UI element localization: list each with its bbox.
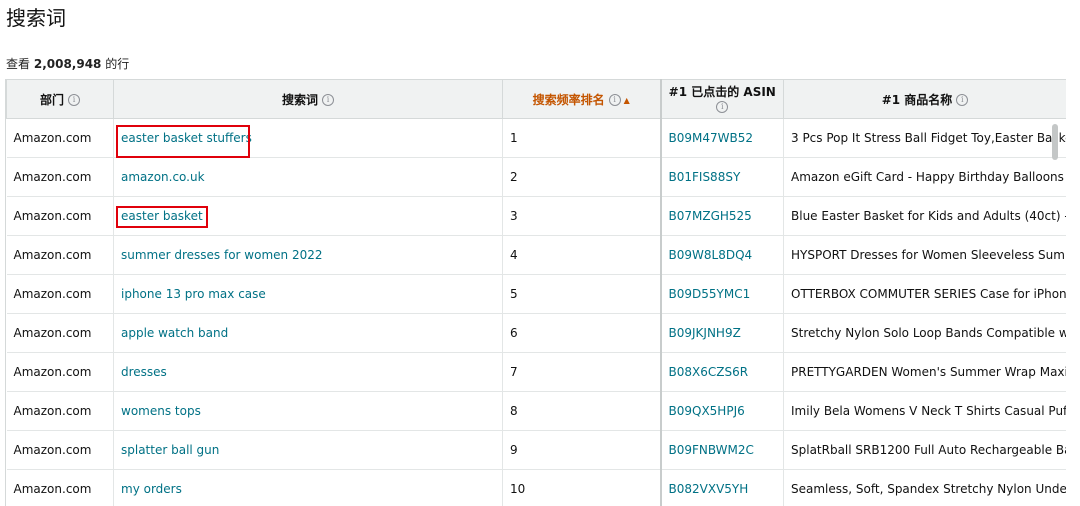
asin-link[interactable]: B09D55YMC1 [659, 274, 784, 314]
page-title: 搜索词 [6, 6, 66, 30]
cell-department: Amazon.com [6, 118, 114, 158]
asin-link[interactable]: B09QX5HPJ6 [659, 391, 784, 431]
info-icon[interactable]: i [322, 94, 334, 106]
table-row: Amazon.com apple watch band 6 B09JKJNH9Z Str… [6, 313, 1066, 353]
search-terms-table-container: 部门 i 搜索词 i 搜索频率排名 i ▲ #1 已点击的 ASIN i #1 商品名称… [5, 79, 1066, 506]
info-icon[interactable]: i [68, 94, 80, 106]
cell-product-name: Seamless, Soft, Spandex Stretchy Nylon U… [783, 469, 1066, 506]
cell-rank: 6 [502, 313, 661, 353]
cell-product-name: HYSPORT Dresses for Women Sleeveless Sum… [783, 235, 1066, 275]
asin-link[interactable]: B01FIS88SY [659, 157, 784, 197]
search-terms-table: 部门 i 搜索词 i 搜索频率排名 i ▲ #1 已点击的 ASIN i #1 商品名称… [6, 79, 1066, 506]
info-icon[interactable]: i [608, 94, 621, 106]
asin-link[interactable]: B07MZGH525 [659, 196, 784, 236]
search-term-link[interactable]: dresses [113, 352, 503, 392]
search-term-link[interactable]: easter basket stuffers [113, 118, 503, 158]
cell-department: Amazon.com [6, 391, 114, 431]
cell-department: Amazon.com [6, 313, 114, 353]
asin-link[interactable]: B08X6CZS6R [659, 352, 784, 392]
cell-rank: 7 [502, 352, 661, 392]
row-count-value: 2,008,948 [33, 57, 102, 71]
cell-rank: 4 [502, 235, 661, 275]
header-search-term[interactable]: 搜索词 i [113, 79, 503, 119]
table-row: Amazon.com splatter ball gun 9 B09FNBWM2C Sp… [6, 430, 1066, 470]
search-term-link[interactable]: amazon.co.uk [113, 157, 503, 197]
cell-rank: 3 [502, 196, 661, 236]
cell-product-name: Amazon eGift Card - Happy Birthday Ballo… [783, 157, 1066, 197]
row-count-suffix: 的行 [105, 57, 130, 71]
cell-rank: 9 [502, 430, 661, 470]
cell-department: Amazon.com [6, 430, 114, 470]
cell-product-name: Blue Easter Basket for Kids and Adults (… [783, 196, 1066, 236]
table-row: Amazon.com easter basket stuffers 1 B09M47W… [6, 118, 1066, 158]
info-icon[interactable]: i [956, 94, 969, 106]
cell-department: Amazon.com [6, 235, 114, 275]
cell-product-name: PRETTYGARDEN Women's Summer Wrap Maxi D [783, 352, 1066, 392]
header-product-name[interactable]: #1 商品名称 i [783, 79, 1066, 119]
asin-link[interactable]: B09W8L8DQ4 [659, 235, 784, 275]
cell-department: Amazon.com [6, 157, 114, 197]
table-row: Amazon.com easter basket 3 B07MZGH525 Blue E… [6, 196, 1066, 236]
cell-rank: 2 [502, 157, 661, 197]
table-row: Amazon.com amazon.co.uk 2 B01FIS88SY Amazon … [6, 157, 1066, 197]
cell-rank: 5 [502, 274, 661, 314]
cell-product-name: Imily Bela Womens V Neck T Shirts Casual… [783, 391, 1066, 431]
table-row: Amazon.com summer dresses for women 2022 4… [6, 235, 1066, 275]
header-product-name-label: #1 商品名称 [881, 92, 953, 107]
asin-link[interactable]: B09M47WB52 [659, 118, 784, 158]
table-row: Amazon.com womens tops 8 B09QX5HPJ6 Imily Be… [6, 391, 1066, 431]
search-term-link[interactable]: apple watch band [113, 313, 503, 353]
scrollbar-thumb[interactable] [1052, 124, 1058, 160]
table-row: Amazon.com my orders 10 B082VXV5YH Seamless,… [6, 469, 1066, 506]
header-asin[interactable]: #1 已点击的 ASIN i [659, 79, 784, 119]
asin-link[interactable]: B082VXV5YH [659, 469, 784, 506]
search-term-link[interactable]: easter basket [113, 196, 503, 236]
cell-department: Amazon.com [6, 352, 114, 392]
header-department[interactable]: 部门 i [6, 79, 114, 119]
cell-department: Amazon.com [6, 469, 114, 506]
header-department-label: 部门 [39, 92, 64, 107]
info-icon[interactable]: i [716, 100, 729, 113]
cell-department: Amazon.com [6, 274, 114, 314]
search-term-link[interactable]: my orders [113, 469, 503, 506]
header-rank-label: 搜索频率排名 [532, 92, 605, 107]
sort-ascending-icon[interactable]: ▲ [624, 96, 630, 105]
cell-product-name: SplatRball SRB1200 Full Auto Rechargeabl… [783, 430, 1066, 470]
cell-product-name: Stretchy Nylon Solo Loop Bands Compatibl… [783, 313, 1066, 353]
cell-department: Amazon.com [6, 196, 114, 236]
cell-product-name: OTTERBOX COMMUTER SERIES Case for iPhone [783, 274, 1066, 314]
row-count-prefix: 查看 [6, 57, 31, 71]
row-count-text: 查看 2,008,948 的行 [6, 55, 129, 72]
header-rank[interactable]: 搜索频率排名 i ▲ [502, 79, 661, 119]
table-row: Amazon.com dresses 7 B08X6CZS6R PRETTYGARDEN… [6, 352, 1066, 392]
search-term-link[interactable]: iphone 13 pro max case [113, 274, 503, 314]
cell-rank: 10 [502, 469, 661, 506]
cell-rank: 1 [502, 118, 661, 158]
header-search-term-label: 搜索词 [281, 92, 318, 107]
cell-rank: 8 [502, 391, 661, 431]
asin-link[interactable]: B09FNBWM2C [659, 430, 784, 470]
table-row: Amazon.com iphone 13 pro max case 5 B09D55Y… [6, 274, 1066, 314]
table-header-row: 部门 i 搜索词 i 搜索频率排名 i ▲ #1 已点击的 ASIN i #1 商品名称… [6, 79, 1066, 119]
cell-product-name: 3 Pcs Pop It Stress Ball Fidget Toy,East… [783, 118, 1066, 158]
search-term-link[interactable]: splatter ball gun [113, 430, 503, 470]
header-asin-label: #1 已点击的 ASIN [668, 85, 776, 99]
asin-link[interactable]: B09JKJNH9Z [659, 313, 784, 353]
search-term-link[interactable]: womens tops [113, 391, 503, 431]
search-term-link[interactable]: summer dresses for women 2022 [113, 235, 503, 275]
